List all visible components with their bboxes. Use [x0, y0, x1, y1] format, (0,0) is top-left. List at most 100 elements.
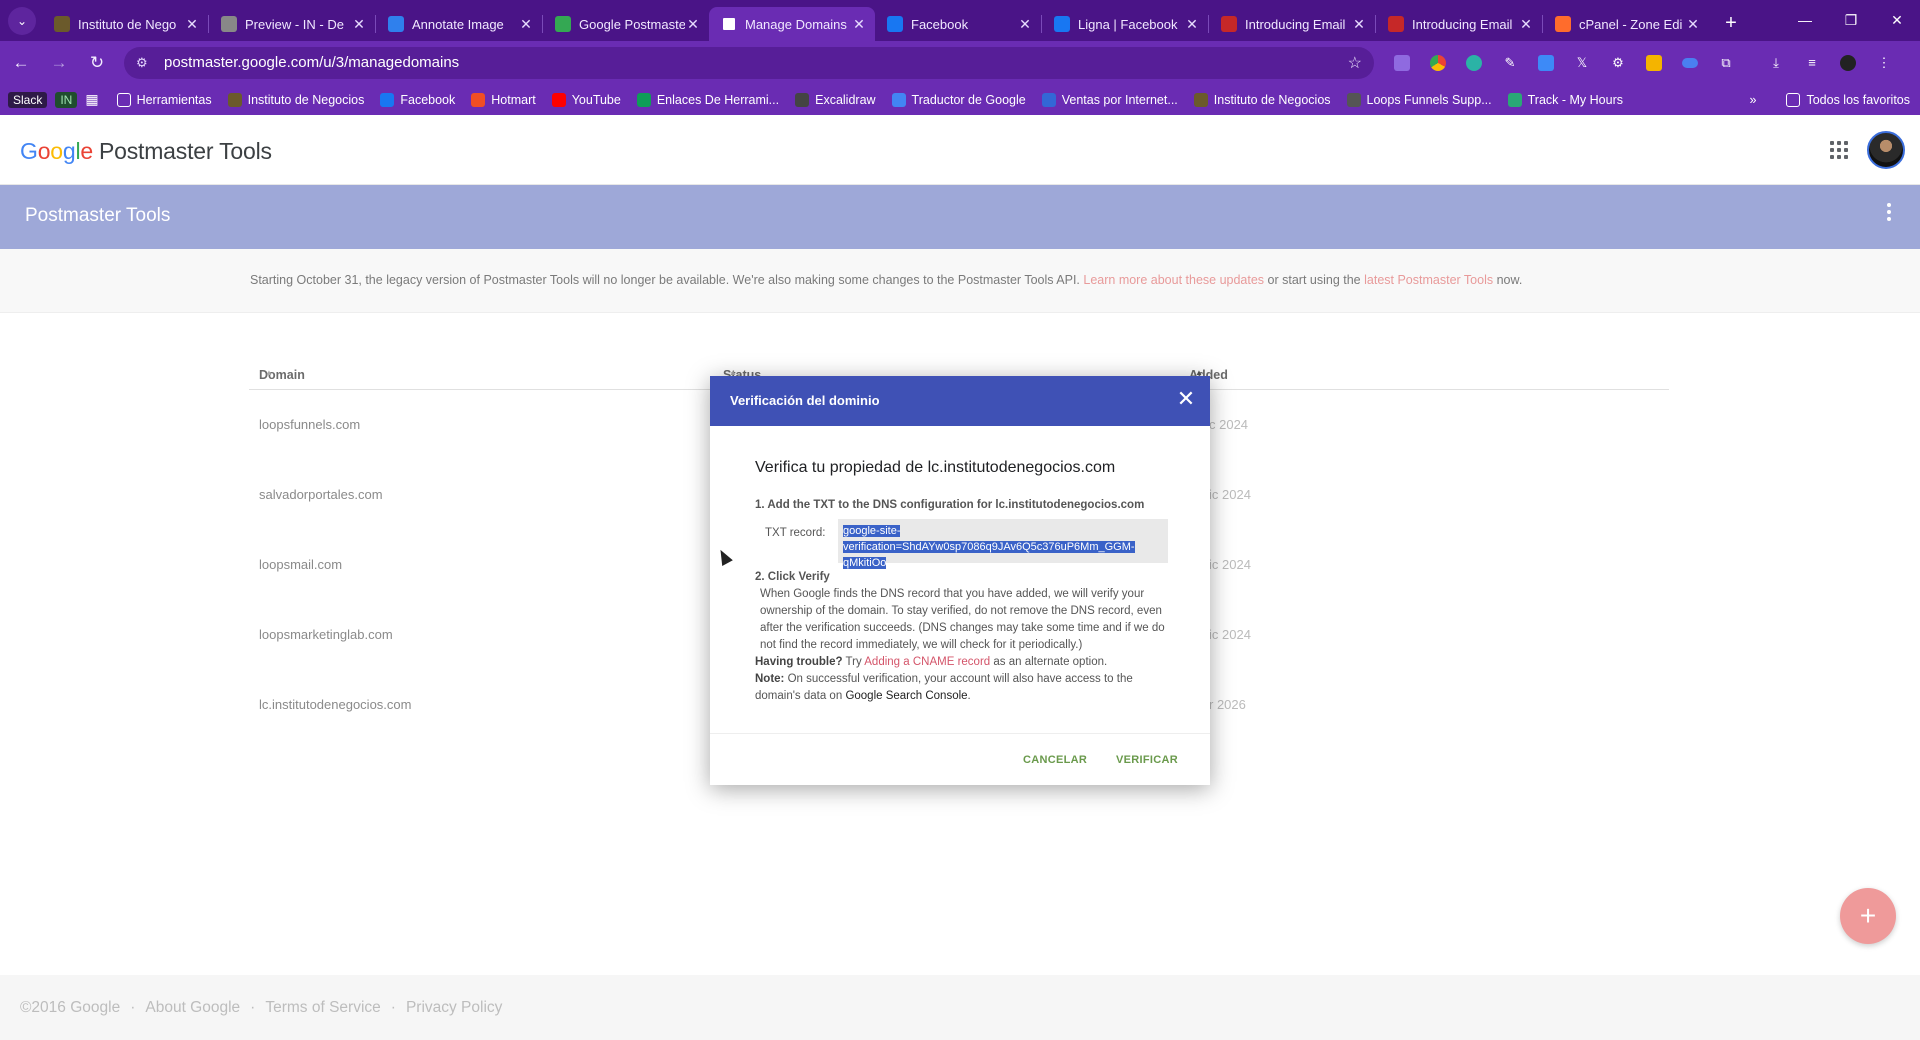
apps-shortcut-icon[interactable]: ▦ — [85, 91, 98, 108]
domain-cell[interactable]: loopsmail.com — [259, 557, 342, 572]
domain-cell[interactable]: lc.institutodenegocios.com — [259, 697, 411, 712]
more-options-icon[interactable] — [1886, 203, 1892, 221]
verify-button[interactable]: VERIFICAR — [1116, 754, 1178, 766]
learn-more-link[interactable]: Learn more about these updates — [1083, 273, 1264, 287]
browser-tab[interactable]: Preview - IN - De ✕ — [209, 7, 375, 41]
tab-close-icon[interactable]: ✕ — [518, 16, 534, 33]
excalidraw-icon — [795, 92, 810, 107]
bookmark-item[interactable]: Facebook — [380, 92, 455, 107]
chatgpt-icon — [555, 16, 571, 32]
tab-close-icon[interactable]: ✕ — [1685, 16, 1701, 33]
tab-close-icon[interactable]: ✕ — [685, 16, 701, 33]
txt-record-value[interactable]: google-site-verification=ShdAYw0sp7086q9… — [838, 519, 1168, 569]
new-tab-button[interactable]: + — [1717, 9, 1745, 37]
browser-tab[interactable]: Annotate Image ✕ — [376, 7, 542, 41]
bookmark-chip-slack[interactable]: Slack — [8, 91, 48, 108]
tab-search-button[interactable]: ⌄ — [8, 7, 36, 35]
browser-toolbar: ← → ↻ ⚙ postmaster.google.com/u/3/manage… — [0, 41, 1920, 84]
browser-tab[interactable]: Manage Domains ✕ — [709, 7, 875, 41]
restore-icon[interactable]: ❐ — [1828, 6, 1874, 34]
cname-record-link[interactable]: Adding a CNAME record — [864, 656, 990, 668]
about-google-link[interactable]: About Google — [145, 999, 240, 1017]
tab-close-icon[interactable]: ✕ — [851, 16, 867, 33]
footer-separator: · — [390, 999, 396, 1016]
bookmark-item[interactable]: Enlaces De Herrami... — [636, 92, 779, 107]
reload-button[interactable]: ↻ — [80, 46, 114, 80]
reading-list-icon[interactable]: ≡ — [1798, 49, 1826, 77]
bookmarks-bar: Slack IN ▦ Herramientas Instituto de Nego… — [0, 84, 1920, 115]
folder-icon — [1786, 92, 1801, 107]
back-button[interactable]: ← — [4, 46, 38, 80]
domain-cell[interactable]: salvadorportales.com — [259, 487, 383, 502]
txt-record-selected-text[interactable]: google-site-verification=ShdAYw0sp7086q9… — [843, 525, 1135, 569]
search-console-link[interactable]: Google Search Console — [845, 690, 967, 702]
download-icon[interactable]: ⤓ — [1762, 49, 1790, 77]
bookmark-chip-in[interactable]: IN — [55, 91, 78, 108]
folder-icon — [116, 92, 131, 107]
bookmark-item[interactable]: YouTube — [551, 92, 621, 107]
toggle-extension-icon[interactable] — [1676, 49, 1704, 77]
avatar[interactable] — [1867, 131, 1905, 169]
browser-tab[interactable]: cPanel - Zone Edi ✕ — [1543, 7, 1709, 41]
domain-cell[interactable]: loopsfunnels.com — [259, 417, 360, 432]
chrome-extension-icon[interactable] — [1424, 49, 1452, 77]
extensions-row: ✎ 𝕏 ⚙ ⧉ ⤓ ≡ ⋮ — [1388, 49, 1906, 77]
google-apps-icon[interactable] — [1830, 141, 1848, 159]
browser-tab[interactable]: Facebook ✕ — [875, 7, 1041, 41]
address-bar[interactable]: ⚙ postmaster.google.com/u/3/managedomain… — [124, 46, 1374, 79]
bookmark-item[interactable]: Hotmart — [471, 92, 536, 107]
tab-close-icon[interactable]: ✕ — [1351, 16, 1367, 33]
forward-button[interactable]: → — [42, 46, 76, 80]
site-settings-icon[interactable]: ⚙ — [136, 55, 152, 71]
browser-tab[interactable]: Introducing Email ✕ — [1209, 7, 1375, 41]
latest-postmaster-link[interactable]: latest Postmaster Tools — [1364, 273, 1493, 287]
bookmark-star-icon[interactable]: ☆ — [1348, 53, 1362, 73]
tab-close-icon[interactable]: ✕ — [184, 16, 200, 33]
extension-icon[interactable] — [1388, 49, 1416, 77]
notice-text-part: now. — [1493, 273, 1523, 287]
domain-cell[interactable]: loopsmarketinglab.com — [259, 627, 393, 642]
tab-close-icon[interactable]: ✕ — [1518, 16, 1534, 33]
x-extension-icon[interactable]: 𝕏 — [1568, 49, 1596, 77]
minimize-icon[interactable]: — — [1782, 6, 1828, 34]
bookmark-item[interactable]: Traductor de Google — [891, 92, 1026, 107]
bookmark-item[interactable]: Loops Funnels Supp... — [1346, 92, 1492, 107]
bookmark-item[interactable]: Ventas por Internet... — [1041, 92, 1178, 107]
browser-tab[interactable]: Ligna | Facebook ✕ — [1042, 7, 1208, 41]
tab-title: Manage Domains — [745, 16, 847, 32]
color-extension-icon[interactable] — [1640, 49, 1668, 77]
tab-close-icon[interactable]: ✕ — [1184, 16, 1200, 33]
more-bookmarks-icon[interactable]: » — [1750, 93, 1757, 107]
all-favorites-folder[interactable]: Todos los favoritos — [1786, 92, 1910, 107]
bookmark-label: Hotmart — [491, 92, 536, 107]
edge-extension-icon[interactable] — [1460, 49, 1488, 77]
puzzle-extensions-icon[interactable]: ⧉ — [1712, 49, 1740, 77]
bookmark-item[interactable]: Herramientas — [116, 92, 212, 107]
bookmark-item[interactable]: Excalidraw — [795, 92, 876, 107]
note-text: Note: On successful verification, your a… — [755, 671, 1165, 705]
browser-tab[interactable]: Instituto de Nego ✕ — [42, 7, 208, 41]
cancel-button[interactable]: CANCELAR — [1023, 754, 1087, 766]
browser-tab[interactable]: Google Postmaste ✕ — [543, 7, 709, 41]
google-postmaster-logo[interactable]: Google Postmaster Tools — [20, 138, 272, 165]
url-text[interactable]: postmaster.google.com/u/3/managedomains — [164, 54, 1348, 71]
close-window-icon[interactable]: ✕ — [1874, 6, 1920, 34]
doc-icon — [1221, 16, 1237, 32]
tab-close-icon[interactable]: ✕ — [351, 16, 367, 33]
back-arrow-icon: ← — [12, 52, 30, 72]
add-domain-button[interactable]: + — [1840, 888, 1896, 944]
close-icon[interactable]: ✕ — [1174, 388, 1198, 412]
bookmark-item[interactable]: Instituto de Negocios — [227, 92, 364, 107]
gear-extension-icon[interactable]: ⚙ — [1604, 49, 1632, 77]
tab-close-icon[interactable]: ✕ — [1017, 16, 1033, 33]
eyedropper-icon[interactable]: ✎ — [1496, 49, 1524, 77]
terms-link[interactable]: Terms of Service — [265, 999, 380, 1017]
bookmark-item[interactable]: Track - My Hours — [1507, 92, 1623, 107]
profile-icon[interactable] — [1834, 49, 1862, 77]
browser-menu-icon[interactable]: ⋮ — [1870, 49, 1898, 77]
tag-extension-icon[interactable] — [1532, 49, 1560, 77]
bookmark-item[interactable]: Instituto de Negocios — [1193, 92, 1331, 107]
facebook-icon — [1054, 16, 1070, 32]
privacy-link[interactable]: Privacy Policy — [406, 999, 502, 1017]
browser-tab[interactable]: Introducing Email ✕ — [1376, 7, 1542, 41]
